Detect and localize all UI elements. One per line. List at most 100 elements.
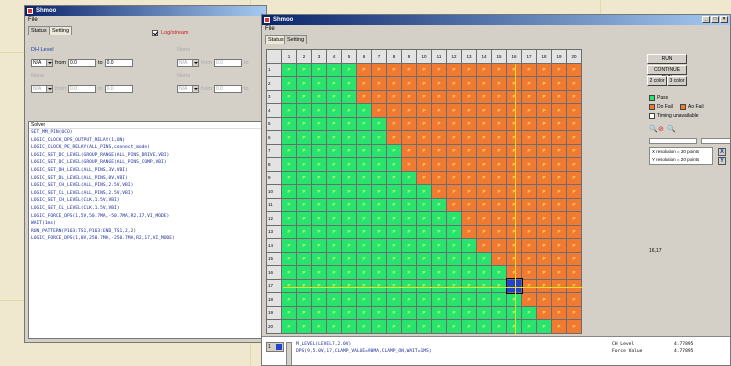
- pass-cell[interactable]: P: [341, 211, 357, 226]
- fail-cell[interactable]: P: [371, 103, 387, 118]
- pass-cell[interactable]: P: [476, 305, 492, 320]
- pass-cell[interactable]: P: [371, 170, 387, 185]
- pass-cell[interactable]: P: [431, 278, 447, 293]
- pass-cell[interactable]: P: [296, 103, 312, 118]
- fail-cell[interactable]: P: [551, 278, 567, 293]
- fail-cell[interactable]: P: [566, 238, 582, 253]
- three-color-button[interactable]: 3 color: [667, 76, 687, 86]
- fail-cell[interactable]: P: [521, 265, 537, 280]
- pass-cell[interactable]: P: [356, 157, 372, 172]
- pass-cell[interactable]: P: [356, 184, 372, 199]
- fail-cell[interactable]: P: [551, 211, 567, 226]
- pass-cell[interactable]: P: [371, 116, 387, 131]
- fail-cell[interactable]: P: [461, 103, 477, 118]
- row-header[interactable]: 17: [266, 278, 282, 293]
- fail-cell[interactable]: P: [491, 238, 507, 253]
- pass-cell[interactable]: P: [341, 76, 357, 91]
- row-header[interactable]: 2: [266, 76, 282, 91]
- fail-cell[interactable]: P: [461, 76, 477, 91]
- pass-cell[interactable]: P: [341, 319, 357, 334]
- pass-cell[interactable]: P: [461, 238, 477, 253]
- pass-cell[interactable]: P: [311, 224, 327, 239]
- pass-cell[interactable]: P: [416, 251, 432, 266]
- column-header[interactable]: 12: [446, 49, 462, 64]
- fail-cell[interactable]: P: [401, 62, 417, 77]
- fail-cell[interactable]: P: [566, 76, 582, 91]
- fail-cell[interactable]: P: [551, 116, 567, 131]
- menu-file[interactable]: File: [28, 17, 38, 23]
- pass-cell[interactable]: P: [461, 319, 477, 334]
- level-1-from-field[interactable]: 0.0: [68, 58, 96, 67]
- fail-cell[interactable]: P: [521, 251, 537, 266]
- fail-cell[interactable]: P: [506, 197, 522, 212]
- pass-cell[interactable]: P: [461, 278, 477, 293]
- pass-cell[interactable]: P: [356, 116, 372, 131]
- pass-cell[interactable]: P: [356, 211, 372, 226]
- fail-cell[interactable]: P: [536, 103, 552, 118]
- row-header[interactable]: 9: [266, 170, 282, 185]
- fail-cell[interactable]: P: [521, 89, 537, 104]
- fail-cell[interactable]: P: [446, 184, 462, 199]
- fail-cell[interactable]: P: [476, 184, 492, 199]
- fail-cell[interactable]: P: [476, 211, 492, 226]
- pass-cell[interactable]: P: [281, 170, 297, 185]
- tab-setting[interactable]: Setting: [284, 35, 308, 44]
- pass-cell[interactable]: P: [356, 143, 372, 158]
- pass-cell[interactable]: P: [491, 319, 507, 334]
- fail-cell[interactable]: P: [476, 62, 492, 77]
- pass-cell[interactable]: P: [446, 251, 462, 266]
- fail-cell[interactable]: P: [536, 265, 552, 280]
- level-4-from-field[interactable]: 0.0: [214, 84, 242, 93]
- pass-cell[interactable]: P: [371, 305, 387, 320]
- pass-cell[interactable]: P: [356, 238, 372, 253]
- fail-cell[interactable]: P: [491, 224, 507, 239]
- pass-cell[interactable]: P: [341, 224, 357, 239]
- row-header[interactable]: 4: [266, 103, 282, 118]
- pass-cell[interactable]: P: [401, 305, 417, 320]
- pass-cell[interactable]: P: [281, 197, 297, 212]
- pass-cell[interactable]: P: [386, 238, 402, 253]
- fail-cell[interactable]: P: [446, 197, 462, 212]
- fail-cell[interactable]: P: [521, 292, 537, 307]
- stop-icon[interactable]: ⊘: [658, 126, 664, 133]
- pass-cell[interactable]: P: [356, 278, 372, 293]
- fail-cell[interactable]: P: [431, 76, 447, 91]
- pass-cell[interactable]: P: [341, 143, 357, 158]
- fail-cell[interactable]: P: [401, 143, 417, 158]
- pass-cell[interactable]: P: [281, 319, 297, 334]
- pass-cell[interactable]: P: [371, 197, 387, 212]
- pass-cell[interactable]: P: [416, 278, 432, 293]
- column-header[interactable]: 13: [461, 49, 477, 64]
- pass-cell[interactable]: P: [371, 238, 387, 253]
- fail-cell[interactable]: P: [491, 211, 507, 226]
- row-header[interactable]: 13: [266, 224, 282, 239]
- fail-cell[interactable]: P: [356, 62, 372, 77]
- row-header[interactable]: 8: [266, 157, 282, 172]
- pass-cell[interactable]: P: [356, 197, 372, 212]
- fail-cell[interactable]: P: [566, 265, 582, 280]
- fail-cell[interactable]: P: [491, 143, 507, 158]
- fail-cell[interactable]: P: [551, 62, 567, 77]
- level-3-combo[interactable]: N/A: [31, 84, 53, 93]
- row-header[interactable]: 11: [266, 197, 282, 212]
- level-3-from-field[interactable]: 0.0: [68, 84, 96, 93]
- fail-cell[interactable]: P: [416, 170, 432, 185]
- pass-cell[interactable]: P: [341, 292, 357, 307]
- column-header[interactable]: 17: [521, 49, 537, 64]
- fail-cell[interactable]: P: [551, 143, 567, 158]
- column-header[interactable]: 15: [491, 49, 507, 64]
- fail-cell[interactable]: P: [521, 197, 537, 212]
- pass-cell[interactable]: P: [341, 103, 357, 118]
- fail-cell[interactable]: P: [536, 170, 552, 185]
- pass-cell[interactable]: P: [491, 278, 507, 293]
- fail-cell[interactable]: P: [506, 224, 522, 239]
- menu-file[interactable]: File: [265, 26, 275, 32]
- fail-cell[interactable]: P: [446, 76, 462, 91]
- pass-cell[interactable]: P: [401, 319, 417, 334]
- pass-cell[interactable]: P: [371, 319, 387, 334]
- pass-cell[interactable]: P: [431, 251, 447, 266]
- pass-cell[interactable]: P: [341, 157, 357, 172]
- pass-cell[interactable]: P: [461, 292, 477, 307]
- pass-cell[interactable]: P: [401, 251, 417, 266]
- pass-cell[interactable]: P: [401, 197, 417, 212]
